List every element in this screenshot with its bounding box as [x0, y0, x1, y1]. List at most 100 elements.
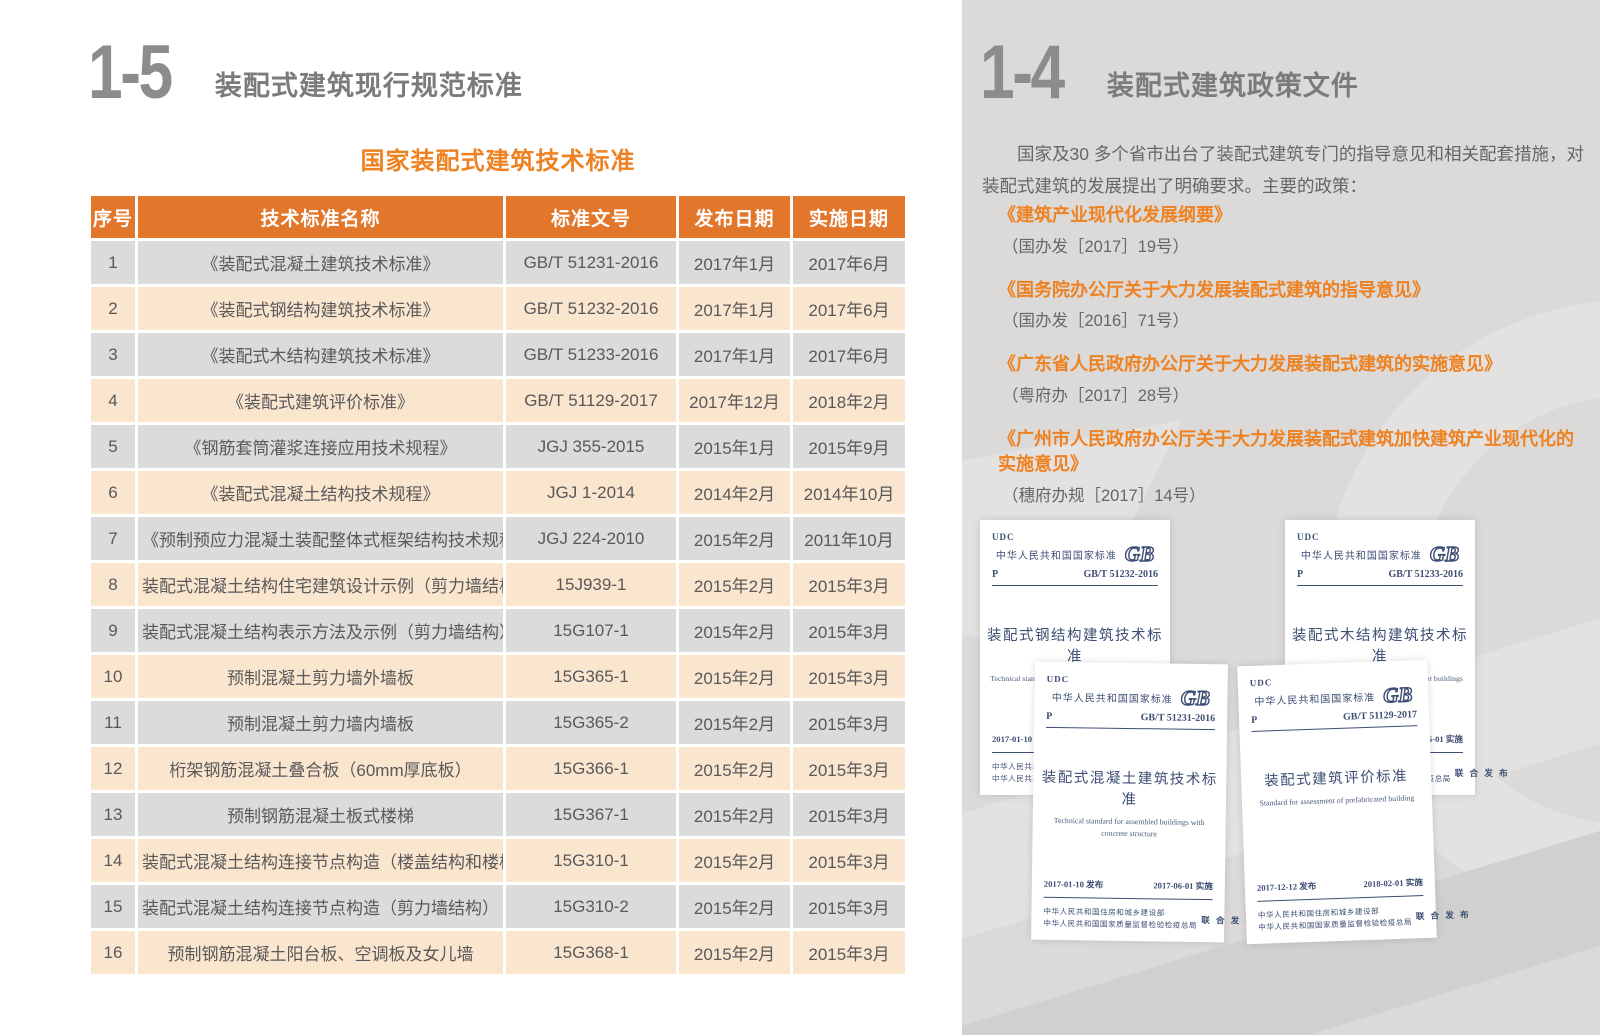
cover-udc-label: UDC	[1035, 662, 1228, 687]
table-cell: 《装配式混凝土建筑技术标准》	[138, 241, 503, 284]
table-row: 15装配式混凝土结构连接节点构造（剪力墙结构）15G310-22015年2月20…	[91, 885, 905, 928]
cover-standard-code: GB/T 51129-2017	[1343, 709, 1417, 723]
table-cell: 9	[91, 609, 135, 652]
table-cell: 15G107-1	[506, 609, 676, 652]
table-cell: 2015年9月	[793, 425, 905, 468]
table-cell: 2015年2月	[679, 885, 790, 928]
table-cell: 10	[91, 655, 135, 698]
col-header-effective-date: 实施日期	[793, 196, 905, 238]
table-cell: GB/T 51129-2017	[506, 379, 676, 422]
table-cell: GB/T 51233-2016	[506, 333, 676, 376]
table-row: 9装配式混凝土结构表示方法及示例（剪力墙结构）15G107-12015年2月20…	[91, 609, 905, 652]
cover-p-label: P	[1251, 715, 1257, 726]
table-cell: 1	[91, 241, 135, 284]
table-cell: 8	[91, 563, 135, 606]
section-number: 1-5	[88, 40, 171, 107]
standards-table-body: 1《装配式混凝土建筑技术标准》GB/T 51231-20162017年1月201…	[91, 241, 905, 974]
table-cell: 3	[91, 333, 135, 376]
table-cell: JGJ 224-2010	[506, 517, 676, 560]
policy-doc-number: （国办发［2016］71号）	[998, 307, 1578, 331]
table-row: 12桁架钢筋混凝土叠合板（60mm厚底板）15G366-12015年2月2015…	[91, 747, 905, 790]
table-cell: 6	[91, 471, 135, 514]
table-cell: GB/T 51231-2016	[506, 241, 676, 284]
table-cell: 2017年1月	[679, 287, 790, 330]
cover-effective-date: 2017-06-01 实施	[1153, 879, 1213, 892]
standard-cover-concrete: UDC 中华人民共和国国家标准 GB P GB/T 51231-2016 装配式…	[1031, 662, 1228, 943]
table-cell: 装配式混凝土结构住宅建筑设计示例（剪力墙结构）	[138, 563, 503, 606]
table-cell: 预制混凝土剪力墙外墙板	[138, 655, 503, 698]
table-cell: 13	[91, 793, 135, 836]
cover-standard-code: GB/T 51231-2016	[1141, 712, 1216, 724]
table-cell: JGJ 1-2014	[506, 471, 676, 514]
policy-item: 《国务院办公厅关于大力发展装配式建筑的指导意见》 （国办发［2016］71号）	[998, 278, 1578, 332]
table-cell: 《装配式木结构建筑技术标准》	[138, 333, 503, 376]
table-cell: 2015年2月	[679, 701, 790, 744]
policy-title: 《建筑产业现代化发展纲要》	[998, 203, 1578, 229]
table-cell: JGJ 355-2015	[506, 425, 676, 468]
policy-doc-number: （粤府办［2017］28号）	[998, 382, 1578, 406]
table-cell: 2015年3月	[793, 747, 905, 790]
table-cell: 2	[91, 287, 135, 330]
table-row: 8装配式混凝土结构住宅建筑设计示例（剪力墙结构）15J939-12015年2月2…	[91, 563, 905, 606]
table-cell: 15G310-1	[506, 839, 676, 882]
table-cell: 2015年3月	[793, 839, 905, 882]
gb-standard-logo: GB	[1181, 688, 1210, 709]
table-row: 13预制钢筋混凝土板式楼梯15G367-12015年2月2015年3月	[91, 793, 905, 836]
table-row: 1《装配式混凝土建筑技术标准》GB/T 51231-20162017年1月201…	[91, 241, 905, 284]
table-cell: 2011年10月	[793, 517, 905, 560]
cover-national-standard-label: 中华人民共和国国家标准	[1052, 689, 1173, 706]
table-cell: 15	[91, 885, 135, 928]
table-cell: 2015年2月	[679, 609, 790, 652]
table-row: 5《钢筋套筒灌浆连接应用技术规程》JGJ 355-20152015年1月2015…	[91, 425, 905, 468]
table-cell: 2015年2月	[679, 747, 790, 790]
table-cell: GB/T 51232-2016	[506, 287, 676, 330]
policy-title: 《国务院办公厅关于大力发展装配式建筑的指导意见》	[998, 278, 1578, 304]
table-cell: 2017年6月	[793, 287, 905, 330]
table-cell: 《装配式建筑评价标准》	[138, 379, 503, 422]
left-page: 1-5 装配式建筑现行规范标准 国家装配式建筑技术标准 序号 技术标准名称 标准…	[0, 0, 930, 1035]
table-row: 16预制钢筋混凝土阳台板、空调板及女儿墙15G368-12015年2月2015年…	[91, 931, 905, 974]
table-cell: 2015年3月	[793, 701, 905, 744]
cover-issue-date: 2017-01-10 发布	[1044, 878, 1104, 891]
cover-standard-code: GB/T 51232-2016	[1083, 569, 1158, 580]
policy-doc-number: （国办发［2017］19号）	[998, 233, 1578, 257]
policy-title: 《广州市人民政府办公厅关于大力发展装配式建筑加快建筑产业现代化的实施意见》	[998, 427, 1578, 478]
table-cell: 7	[91, 517, 135, 560]
policy-item: 《建筑产业现代化发展纲要》 （国办发［2017］19号）	[998, 203, 1578, 257]
gb-standard-logo: GB	[1383, 684, 1413, 706]
table-cell: 2015年1月	[679, 425, 790, 468]
section-header-1-5: 1-5 装配式建筑现行规范标准	[88, 40, 523, 107]
table-cell: 15G365-1	[506, 655, 676, 698]
table-cell: 预制混凝土剪力墙内墙板	[138, 701, 503, 744]
cover-standard-code: GB/T 51233-2016	[1388, 569, 1463, 580]
cover-national-standard-label: 中华人民共和国国家标准	[1301, 547, 1422, 562]
table-cell: 2014年2月	[679, 471, 790, 514]
cover-national-standard-label: 中华人民共和国国家标准	[996, 547, 1117, 562]
table-cell: 2015年3月	[793, 655, 905, 698]
table-row: 14装配式混凝土结构连接节点构造（楼盖结构和楼梯）15G310-12015年2月…	[91, 839, 905, 882]
section-title: 装配式建筑政策文件	[1107, 64, 1359, 103]
table-cell: 2017年12月	[679, 379, 790, 422]
table-cell: 2015年3月	[793, 931, 905, 974]
table-cell: 装配式混凝土结构连接节点构造（楼盖结构和楼梯）	[138, 839, 503, 882]
cover-joint-release-label: 联 合 发 布	[1455, 767, 1510, 779]
table-cell: 2015年2月	[679, 563, 790, 606]
cover-title: 装配式钢结构建筑技术标准	[980, 624, 1170, 666]
intro-paragraph: 国家及30 多个省市出台了装配式建筑专门的指导意见和相关配套措施，对装配式建筑的…	[982, 138, 1584, 203]
gb-standard-logo: GB	[1430, 544, 1459, 565]
standards-table: 序号 技术标准名称 标准文号 发布日期 实施日期 1《装配式混凝土建筑技术标准》…	[88, 193, 908, 977]
table-cell: 14	[91, 839, 135, 882]
table-cell: 15G368-1	[506, 931, 676, 974]
table-cell: 4	[91, 379, 135, 422]
cover-title: 装配式混凝土建筑技术标准	[1033, 766, 1227, 811]
col-header-index: 序号	[91, 196, 135, 238]
table-row: 3《装配式木结构建筑技术标准》GB/T 51233-20162017年1月201…	[91, 333, 905, 376]
table-cell: 装配式混凝土结构连接节点构造（剪力墙结构）	[138, 885, 503, 928]
table-cell: 2017年6月	[793, 241, 905, 284]
cover-agency-2: 中华人民共和国国家质量监督检验检疫总局	[1043, 918, 1197, 932]
cover-p-label: P	[1046, 711, 1052, 722]
table-cell: 2015年3月	[793, 793, 905, 836]
cover-subtitle-en: Standard for assessment of prefabricated…	[1242, 792, 1432, 810]
table-row: 6《装配式混凝土结构技术规程》JGJ 1-20142014年2月2014年10月	[91, 471, 905, 514]
table-cell: 预制钢筋混凝土阳台板、空调板及女儿墙	[138, 931, 503, 974]
